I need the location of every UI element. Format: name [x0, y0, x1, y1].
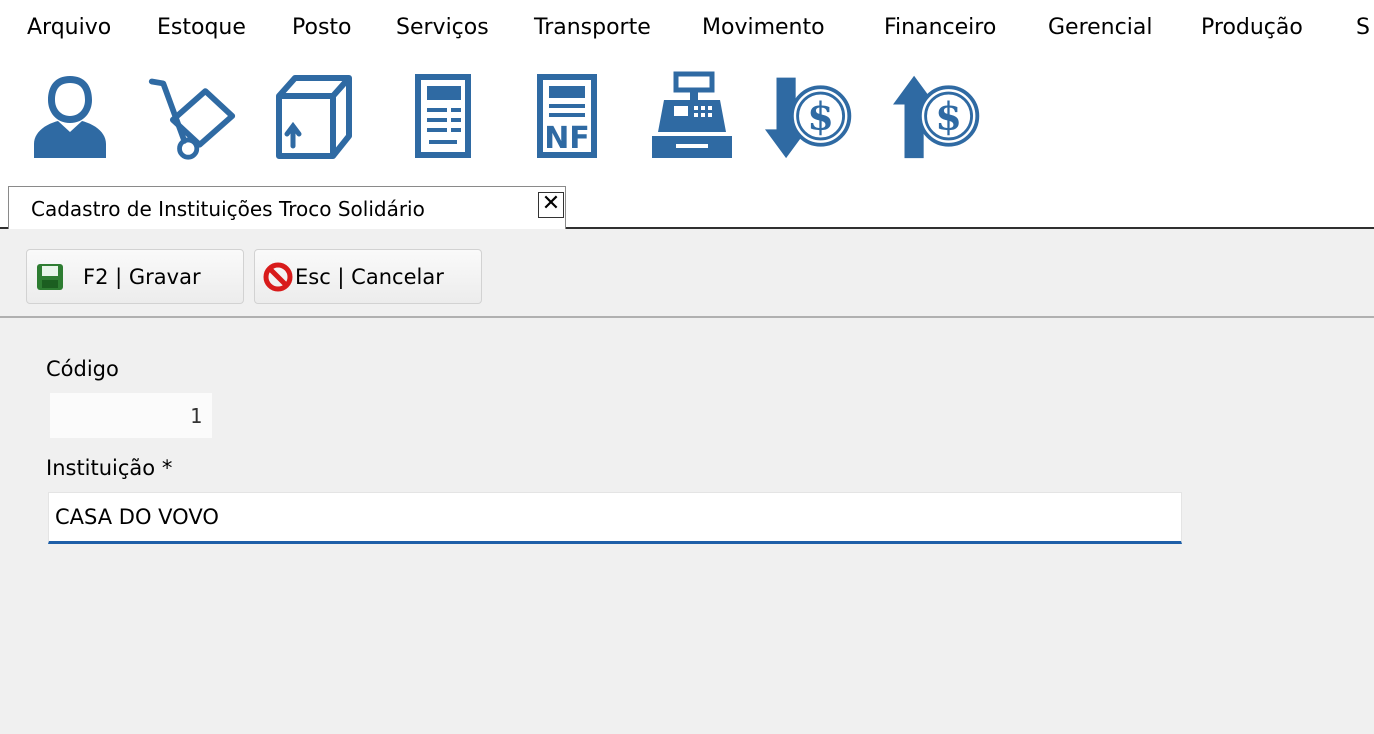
cash-register-icon[interactable] [646, 68, 738, 164]
instituicao-field[interactable] [48, 492, 1182, 544]
document-icon[interactable] [395, 68, 487, 164]
menu-posto[interactable]: Posto [292, 15, 352, 41]
cancel-button-label: Esc | Cancelar [295, 264, 444, 289]
menu-producao[interactable]: Produção [1201, 15, 1303, 41]
menu-transporte[interactable]: Transporte [534, 15, 651, 41]
floppy-disk-icon [35, 262, 65, 292]
money-down-icon[interactable]: $ [765, 68, 857, 164]
box-icon[interactable] [266, 68, 358, 164]
menu-arquivo[interactable]: Arquivo [27, 15, 111, 41]
menu-movimento[interactable]: Movimento [702, 15, 825, 41]
user-icon[interactable] [24, 68, 116, 164]
icon-toolbar: NF $ $ [0, 56, 1374, 174]
nf-text: NF [544, 121, 590, 156]
tab-cadastro-instituicoes[interactable]: Cadastro de Instituições Troco Solidário… [8, 186, 566, 229]
action-bar-divider [0, 316, 1374, 318]
instituicao-label: Instituição * [46, 456, 173, 480]
save-button-label: F2 | Gravar [83, 264, 201, 289]
close-icon[interactable]: ✕ [538, 192, 564, 218]
menu-bar: Arquivo Estoque Posto Serviços Transport… [0, 0, 1374, 56]
codigo-field[interactable] [50, 393, 212, 438]
menu-servicos[interactable]: Serviços [396, 15, 489, 41]
menu-financeiro[interactable]: Financeiro [884, 15, 996, 41]
invoice-nf-icon[interactable]: NF [521, 68, 613, 164]
menu-s[interactable]: S [1356, 15, 1370, 41]
no-entry-icon [263, 262, 293, 292]
tab-title: Cadastro de Instituições Troco Solidário [31, 197, 425, 221]
menu-gerencial[interactable]: Gerencial [1048, 15, 1152, 41]
money-up-icon[interactable]: $ [893, 68, 985, 164]
cancel-button[interactable]: Esc | Cancelar [254, 249, 482, 304]
dollar-down-text: $ [807, 94, 834, 139]
dollar-up-text: $ [935, 94, 962, 139]
hand-truck-icon[interactable] [146, 68, 238, 164]
codigo-label: Código [46, 357, 119, 381]
save-button[interactable]: F2 | Gravar [26, 249, 244, 304]
menu-estoque[interactable]: Estoque [157, 15, 246, 41]
